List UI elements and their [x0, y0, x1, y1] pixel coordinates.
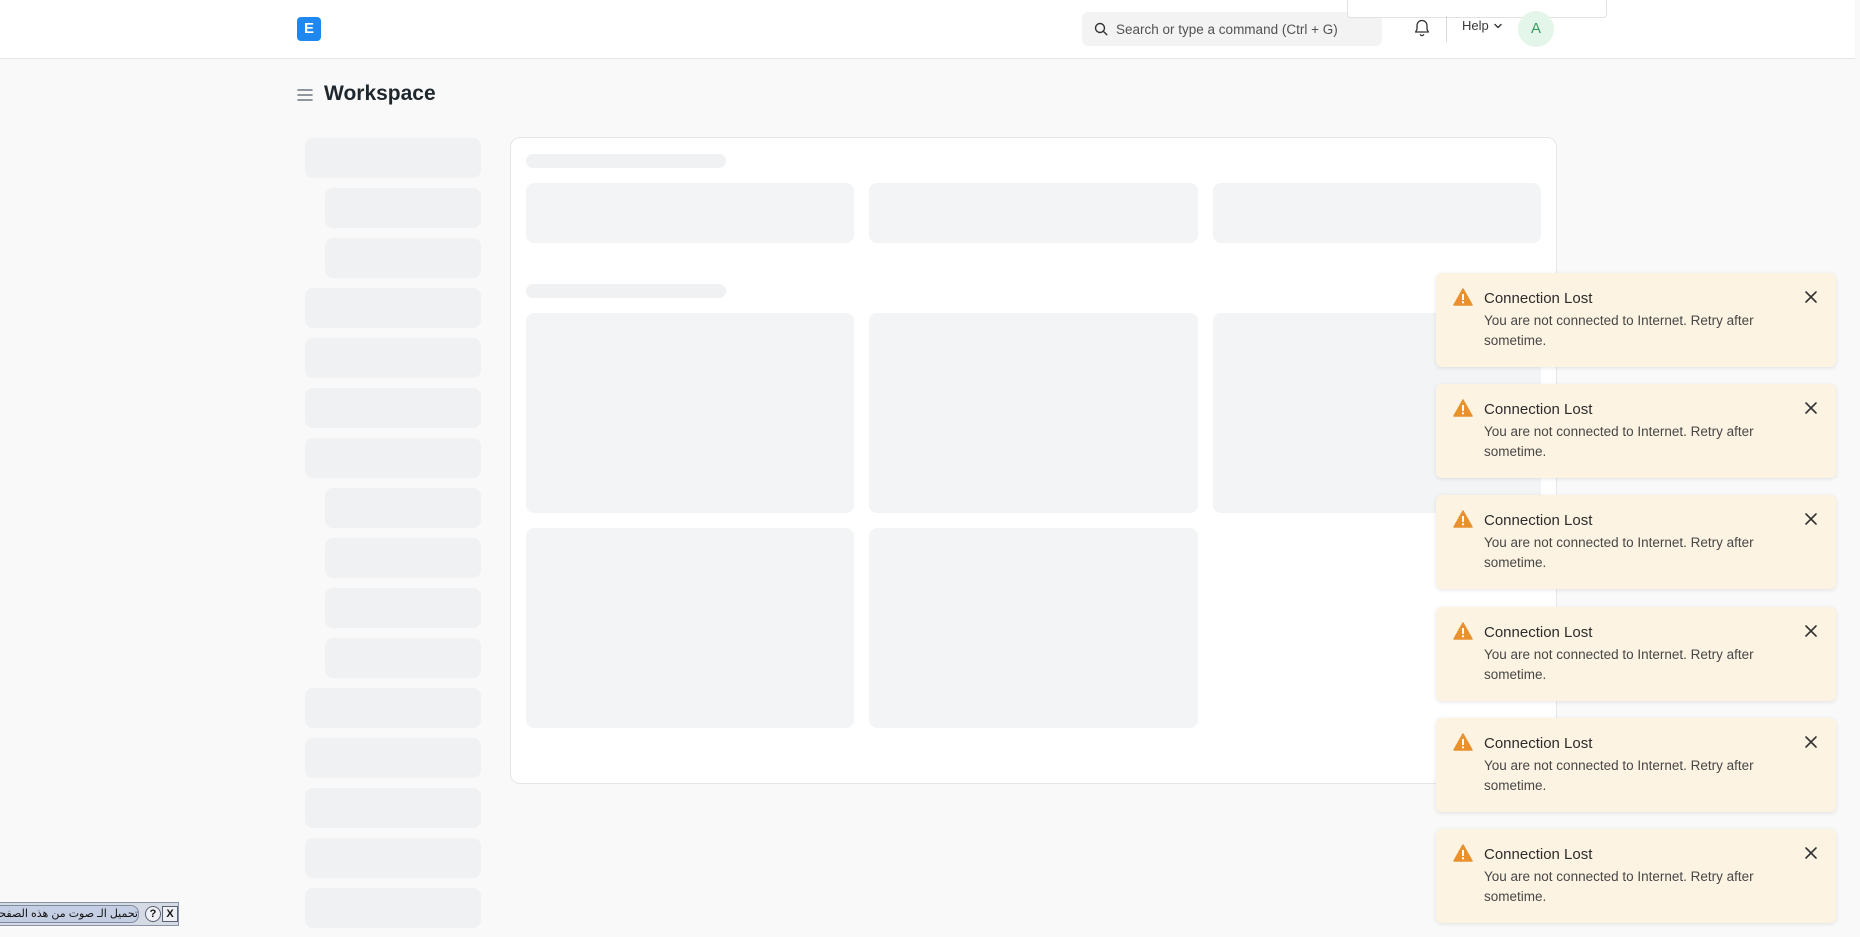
sidebar-skeleton-item [325, 488, 481, 528]
card-skeleton [526, 528, 854, 728]
toast-message: You are not connected to Internet. Retry… [1484, 313, 1754, 348]
sidebar-skeleton-item [325, 238, 481, 278]
help-label: Help [1462, 18, 1489, 33]
avatar[interactable]: A [1518, 11, 1554, 47]
close-icon[interactable] [1804, 401, 1818, 415]
toast-title: Connection Lost [1484, 401, 1593, 418]
tts-close-button[interactable]: X [162, 906, 178, 922]
card-skeleton [526, 313, 854, 513]
sidebar-skeleton-item [325, 588, 481, 628]
shortcut-skeleton [1213, 183, 1541, 243]
dropdown-panel-edge [1347, 0, 1607, 18]
toast-message: You are not connected to Internet. Retry… [1484, 869, 1754, 904]
toast-title: Connection Lost [1484, 735, 1593, 752]
sidebar-skeleton-item [305, 288, 481, 328]
sidebar-skeleton-item [305, 388, 481, 428]
chevron-down-icon [1494, 23, 1502, 28]
toast-title: Connection Lost [1484, 846, 1593, 863]
toast-connection-lost: Connection Lost You are not connected to… [1436, 607, 1836, 701]
card-skeleton [869, 313, 1198, 513]
bell-icon[interactable] [1412, 18, 1432, 38]
warning-icon [1453, 844, 1473, 862]
toast-title: Connection Lost [1484, 290, 1593, 307]
sidebar-skeleton-item [305, 838, 481, 878]
app-logo[interactable]: E [297, 17, 321, 41]
sidebar-skeleton-item [325, 638, 481, 678]
sidebar-skeleton-item [305, 888, 481, 928]
close-icon[interactable] [1804, 290, 1818, 304]
sidebar-skeleton-item [305, 788, 481, 828]
shortcut-skeleton [526, 183, 854, 243]
hamburger-icon[interactable] [297, 88, 313, 102]
toast-message: You are not connected to Internet. Retry… [1484, 647, 1754, 682]
toast-connection-lost: Connection Lost You are not connected to… [1436, 273, 1836, 367]
section-heading-skeleton [526, 284, 726, 298]
toast-connection-lost: Connection Lost You are not connected to… [1436, 829, 1836, 923]
sidebar-skeleton-item [325, 188, 481, 228]
close-icon[interactable] [1804, 624, 1818, 638]
section-heading-skeleton [526, 154, 726, 168]
warning-icon [1453, 622, 1473, 640]
top-navbar: E Help A [0, 0, 1855, 59]
warning-icon [1453, 733, 1473, 751]
sidebar-skeleton-item [325, 538, 481, 578]
tts-download-widget: تحميل الـ صوت من هذه الصفحة ? X [0, 902, 179, 926]
toast-message: You are not connected to Internet. Retry… [1484, 535, 1754, 570]
sidebar-skeleton-item [305, 738, 481, 778]
warning-icon [1453, 510, 1473, 528]
toast-title: Connection Lost [1484, 512, 1593, 529]
toast-message: You are not connected to Internet. Retry… [1484, 424, 1754, 459]
search-bar[interactable] [1082, 12, 1382, 46]
navbar-divider [1446, 16, 1447, 42]
search-input[interactable] [1116, 12, 1366, 46]
workspace-card-skeleton [510, 137, 1557, 784]
tts-help-button[interactable]: ? [145, 906, 161, 922]
search-icon [1094, 22, 1108, 36]
toast-connection-lost: Connection Lost You are not connected to… [1436, 384, 1836, 478]
sidebar-skeleton-item [305, 688, 481, 728]
toast-message: You are not connected to Internet. Retry… [1484, 758, 1754, 793]
warning-icon [1453, 399, 1473, 417]
toast-connection-lost: Connection Lost You are not connected to… [1436, 718, 1836, 812]
close-icon[interactable] [1804, 846, 1818, 860]
page-title: Workspace [324, 82, 436, 105]
toast-connection-lost: Connection Lost You are not connected to… [1436, 495, 1836, 589]
help-dropdown[interactable]: Help [1462, 18, 1503, 33]
shortcut-skeleton [869, 183, 1198, 243]
sidebar-skeleton-item [305, 438, 481, 478]
tts-download-button[interactable]: تحميل الـ صوت من هذه الصفحة [0, 905, 139, 923]
sidebar-skeleton-item [305, 338, 481, 378]
close-icon[interactable] [1804, 735, 1818, 749]
sidebar-skeleton-item [305, 138, 481, 178]
close-icon[interactable] [1804, 512, 1818, 526]
warning-icon [1453, 288, 1473, 306]
toast-title: Connection Lost [1484, 624, 1593, 641]
card-skeleton [869, 528, 1198, 728]
